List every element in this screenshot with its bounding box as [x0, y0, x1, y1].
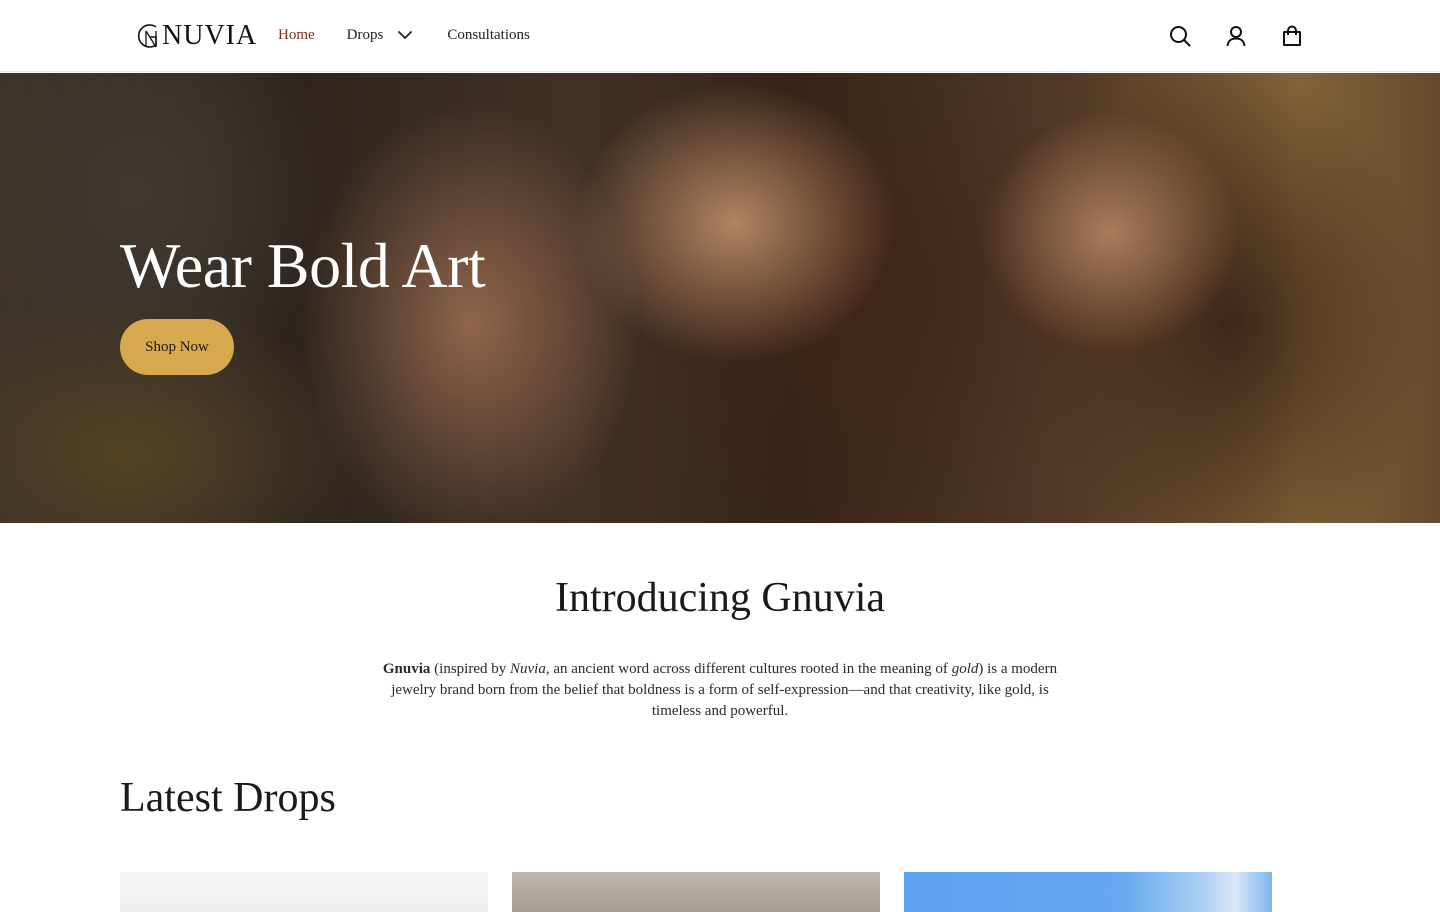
- intro-text-part-2: , an ancient word across different cultu…: [545, 661, 952, 677]
- nav-drops-label: Drops: [346, 27, 384, 43]
- cart-button[interactable]: [1280, 24, 1304, 48]
- logo-monogram-icon: [137, 24, 157, 48]
- account-icon: [1226, 26, 1246, 47]
- logo-text: NUVIA: [162, 20, 258, 51]
- nav-drops[interactable]: Drops: [347, 25, 414, 45]
- drop-card-image[interactable]: [904, 872, 1272, 912]
- intro-text-part-1: (inspired by: [430, 661, 510, 677]
- hero-banner: Wear Bold Art Shop Now: [0, 73, 1440, 523]
- site-header: NUVIA Home Drops Consultations: [0, 0, 1440, 72]
- intro-gold: gold: [951, 661, 979, 677]
- nav-home[interactable]: Home: [278, 25, 315, 45]
- intro-title: Introducing Gnuvia: [554, 575, 886, 621]
- chevron-down-icon: [398, 30, 413, 40]
- shop-now-button[interactable]: Shop Now: [120, 319, 234, 375]
- search-button[interactable]: [1168, 24, 1192, 48]
- drop-card-image[interactable]: [120, 872, 488, 912]
- nav-consultations[interactable]: Consultations: [447, 25, 530, 45]
- hero-title: Wear Bold Art: [120, 230, 486, 301]
- search-icon: [1170, 26, 1191, 47]
- intro-nuvia: Nuvia: [510, 661, 546, 677]
- account-button[interactable]: [1224, 24, 1248, 48]
- main-nav: Home Drops Consultations: [278, 25, 530, 45]
- intro-paragraph: Gnuvia (inspired by Nuvia, an ancient wo…: [380, 659, 1060, 722]
- header-actions: [1168, 24, 1336, 48]
- intro-brand-name: Gnuvia: [382, 661, 431, 677]
- latest-drops-title: Latest Drops: [120, 775, 336, 821]
- drop-card-image[interactable]: [512, 872, 880, 912]
- cart-icon: [1283, 25, 1301, 46]
- brand-logo[interactable]: NUVIA: [136, 18, 257, 54]
